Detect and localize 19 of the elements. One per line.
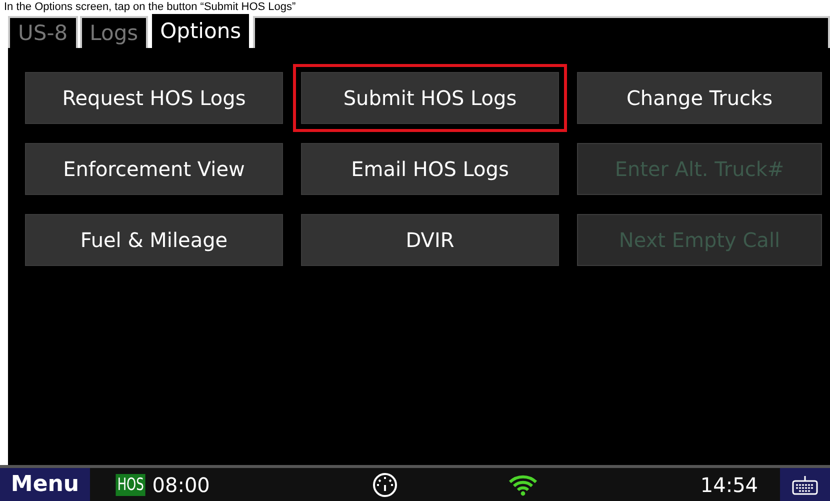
keyboard-icon (791, 474, 820, 496)
clock-time: 14:54 (700, 472, 758, 496)
caption-text: In the Options screen, tap on the button “Submit HOS Logs” (3, 0, 297, 14)
option-button[interactable]: Request HOS Logs (25, 72, 283, 124)
tab[interactable]: Options (150, 12, 252, 48)
menu-button[interactable]: Menu (0, 468, 90, 501)
hos-badge: HOS (116, 474, 146, 496)
hos-time: 08:00 (152, 472, 210, 496)
tab[interactable]: Logs (80, 16, 148, 48)
tab[interactable]: US-8 (8, 16, 78, 48)
option-button[interactable]: Email HOS Logs (301, 143, 559, 195)
option-button[interactable]: Enforcement View (25, 143, 283, 195)
gauge-icon[interactable] (372, 472, 398, 498)
keyboard-button[interactable] (780, 468, 830, 501)
option-button[interactable]: Submit HOS Logs (301, 72, 559, 124)
wifi-icon (508, 474, 538, 496)
option-button[interactable]: Change Trucks (577, 72, 822, 124)
option-button[interactable]: DVIR (301, 214, 559, 266)
option-button[interactable]: Fuel & Mileage (25, 214, 283, 266)
